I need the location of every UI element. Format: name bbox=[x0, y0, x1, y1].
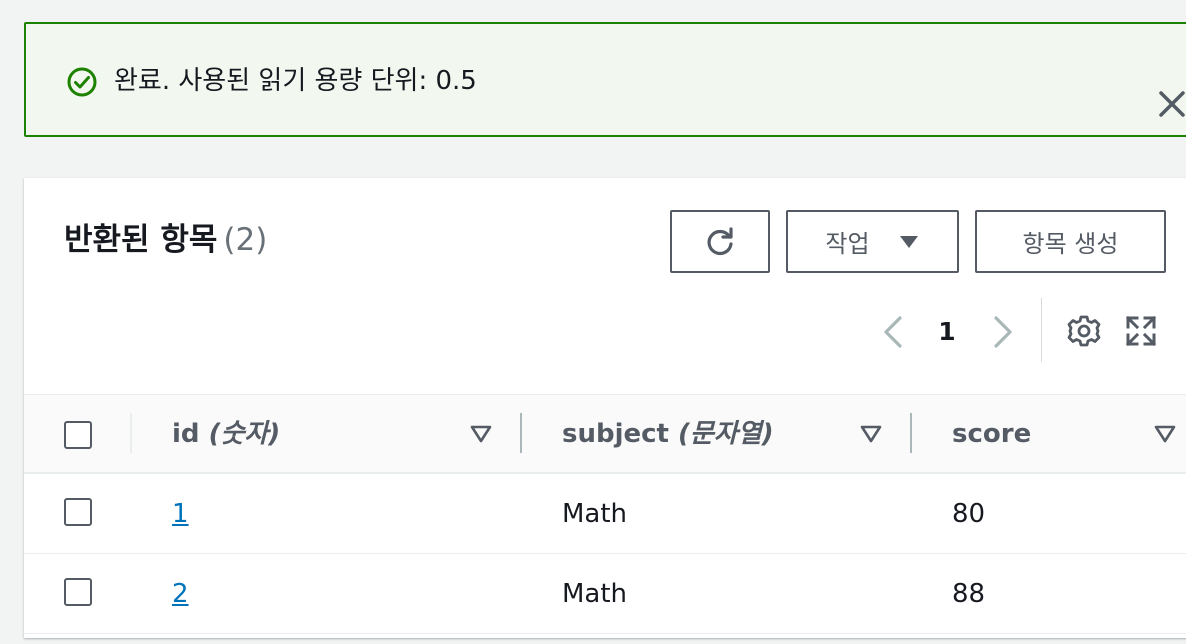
check-circle-icon bbox=[67, 67, 97, 97]
actions-button-label: 작업 bbox=[825, 230, 870, 258]
table-row[interactable]: 2 Math 88 bbox=[24, 554, 1186, 634]
table-header: id (숫자) subject (문자열) score bbox=[24, 394, 1186, 474]
toolbar-divider bbox=[1041, 298, 1042, 362]
items-panel: 반환된 항목 (2) 작업 항목 생성 1 id (숫자) subject (문… bbox=[24, 178, 1186, 638]
column-score-name: score bbox=[952, 419, 1032, 449]
column-id-type: (숫자) bbox=[208, 419, 281, 449]
sort-icon[interactable] bbox=[860, 425, 882, 443]
success-flash-banner: 완료. 사용된 읽기 용량 단위: 0.5 bbox=[24, 22, 1186, 137]
subject-cell: Math bbox=[562, 499, 628, 529]
chevron-right-icon[interactable] bbox=[990, 314, 1016, 350]
item-id-link[interactable]: 2 bbox=[172, 576, 189, 612]
caret-down-icon bbox=[899, 235, 918, 248]
column-header-subject[interactable]: subject (문자열) bbox=[562, 417, 774, 451]
column-resize-handle[interactable] bbox=[520, 413, 522, 453]
chevron-left-icon[interactable] bbox=[880, 314, 906, 350]
refresh-icon bbox=[707, 226, 733, 255]
column-id-name: id bbox=[172, 419, 200, 449]
sort-icon[interactable] bbox=[1154, 425, 1176, 443]
refresh-button[interactable] bbox=[670, 210, 770, 273]
current-page-number[interactable]: 1 bbox=[932, 314, 962, 350]
item-id-link[interactable]: 1 bbox=[172, 496, 189, 532]
select-all-checkbox[interactable] bbox=[64, 421, 92, 449]
column-subject-type: (문자열) bbox=[678, 419, 774, 449]
panel-title: 반환된 항목 (2) bbox=[64, 218, 267, 262]
panel-title-text: 반환된 항목 bbox=[64, 222, 218, 258]
gear-icon[interactable] bbox=[1067, 314, 1101, 348]
column-header-score[interactable]: score bbox=[952, 417, 1031, 451]
score-cell: 80 bbox=[952, 499, 986, 529]
flash-message: 완료. 사용된 읽기 용량 단위: 0.5 bbox=[114, 66, 477, 96]
table-row[interactable]: 1 Math 80 bbox=[24, 474, 1186, 554]
fullscreen-icon[interactable] bbox=[1124, 314, 1158, 348]
column-divider bbox=[130, 413, 132, 453]
close-icon[interactable] bbox=[1154, 86, 1186, 122]
column-resize-handle[interactable] bbox=[910, 413, 912, 453]
create-item-button[interactable]: 항목 생성 bbox=[975, 210, 1166, 273]
item-count: (2) bbox=[223, 222, 268, 258]
score-cell: 88 bbox=[952, 579, 986, 609]
row-checkbox[interactable] bbox=[64, 578, 92, 606]
column-header-id[interactable]: id (숫자) bbox=[172, 417, 280, 451]
actions-dropdown-button[interactable]: 작업 bbox=[786, 210, 959, 273]
create-item-label: 항목 생성 bbox=[1022, 230, 1119, 258]
row-checkbox[interactable] bbox=[64, 498, 92, 526]
subject-cell: Math bbox=[562, 579, 628, 609]
column-subject-name: subject bbox=[562, 419, 669, 449]
sort-icon[interactable] bbox=[470, 425, 492, 443]
